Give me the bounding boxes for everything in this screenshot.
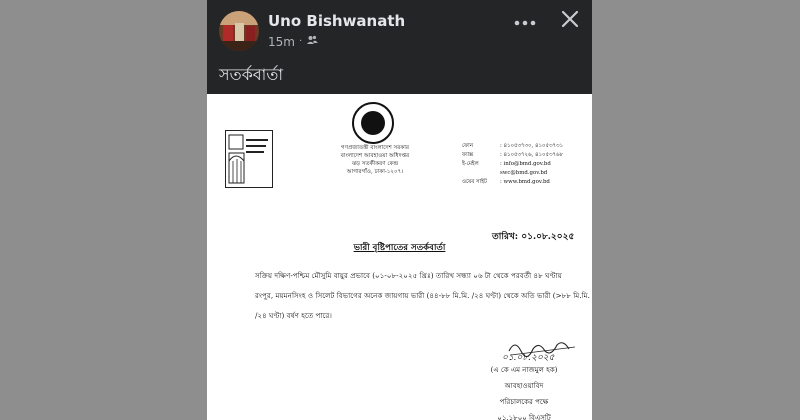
organization-header: গণপ্রজাতন্ত্রী বাংলাদেশ সরকার বাংলাদেশ আ… (315, 144, 435, 176)
document-title: ভারী বৃষ্টিপাতের সতর্কবার্তা (353, 243, 446, 253)
avatar[interactable] (219, 11, 259, 51)
body-line: /২৪ ঘণ্টা) বর্ষণ হতে পারে। (255, 311, 332, 320)
government-seal (352, 102, 394, 144)
friends-icon (306, 34, 318, 49)
more-dots-icon (514, 11, 536, 30)
contact-value: : info@bmd.gov.bd (500, 161, 551, 167)
author-name[interactable]: Uno Bishwanath (268, 12, 405, 30)
signer-line: (এ কে এম নাজমুল হক) (490, 366, 558, 374)
facebook-post: Uno Bishwanath 15m · সতর্কবার্তা গণপ্রজা… (207, 0, 592, 420)
signer-block: (এ কে এম নাজমুল হক) আবহাওয়াবিদ পরিচালকে… (469, 362, 579, 420)
document-body: সক্রিয় দক্ষিণ-পশ্চিম মৌসুমি বায়ুর প্রভ… (255, 266, 590, 326)
post-time[interactable]: 15m (268, 35, 295, 49)
contact-value: swc@bmd.gov.bd (500, 170, 548, 176)
attached-document-image[interactable]: গণপ্রজাতন্ত্রী বাংলাদেশ সরকার বাংলাদেশ আ… (207, 94, 592, 420)
post-header: Uno Bishwanath 15m · (207, 0, 592, 60)
contact-label: ফ্যাক্স (462, 152, 474, 158)
contact-label (462, 169, 494, 178)
org-line: গণপ্রজাতন্ত্রী বাংলাদেশ সরকার (341, 145, 409, 151)
org-line: বাংলাদেশ আবহাওয়া অধিদপ্তর (340, 153, 410, 159)
contact-value: : www.bmd.gov.bd (500, 179, 550, 185)
more-options-button[interactable] (507, 6, 543, 34)
signer-line: আবহাওয়াবিদ (504, 382, 544, 390)
contact-label: ই-মেইল (462, 161, 479, 167)
signer-line: ০১,১৮০০ বিএসটি (497, 414, 551, 420)
close-icon (561, 10, 579, 32)
separator-dot: · (298, 36, 303, 47)
contact-value: : ৪১০৫৩৭২৬, ৪১০৫৩৭৬৮ (500, 152, 563, 158)
contact-label: ফোন (462, 143, 473, 149)
body-line: রংপুর, ময়মনসিংহ ও সিলেট বিভাগের অনেক জা… (255, 291, 590, 300)
signer-line: পরিচালকের পক্ষে (499, 398, 549, 406)
post-caption: সতর্কবার্তা (219, 65, 283, 84)
contact-label: ওয়েব সাইট (462, 179, 487, 185)
contact-value: : ৪১০৫৩৭৩০, ৪১০৫৩৭৩১ (500, 143, 563, 149)
contact-block: ফোন : ৪১০৫৩৭৩০, ৪১০৫৩৭৩১ ফ্যাক্স : ৪১০৫৩৭২… (462, 142, 563, 187)
bmd-logo (225, 130, 273, 188)
viewer-backdrop: Uno Bishwanath 15m · সতর্কবার্তা গণপ্রজা… (0, 0, 800, 420)
post-meta: 15m · (268, 34, 318, 49)
body-line: সক্রিয় দক্ষিণ-পশ্চিম মৌসুমি বায়ুর প্রভ… (255, 271, 562, 280)
org-line: ঝড় সতর্কীকরণ কেন্দ্র (351, 161, 399, 167)
close-button[interactable] (555, 6, 585, 36)
org-line: আগারগাঁও, ঢাকা-১২০৭। (346, 169, 404, 175)
